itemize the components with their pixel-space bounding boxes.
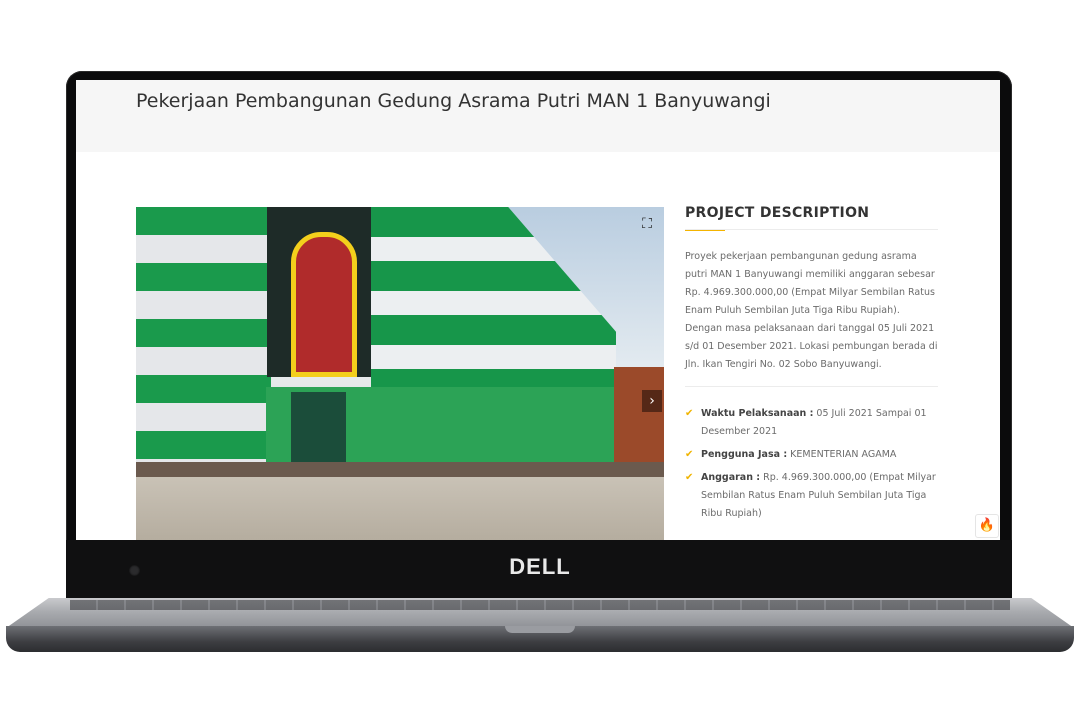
webcam-icon	[129, 565, 140, 576]
check-icon: ✔	[685, 472, 694, 483]
description-divider	[685, 386, 938, 387]
laptop-notch	[505, 626, 575, 633]
page-title-band: Pekerjaan Pembangunan Gedung Asrama Putr…	[76, 80, 1000, 152]
slider-image-side-house	[614, 367, 664, 477]
check-icon: ✔	[685, 408, 694, 419]
slider-next-arrow-icon[interactable]: ›	[642, 390, 662, 412]
project-description: PROJECT DESCRIPTION Proyek pekerjaan pem…	[685, 205, 938, 528]
detail-label: Waktu Pelaksanaan :	[701, 408, 814, 419]
slider-image-arch	[291, 232, 357, 377]
slider-image-building-left	[136, 207, 271, 477]
list-item: ✔ Waktu Pelaksanaan : 05 Juli 2021 Sampa…	[685, 405, 938, 441]
detail-label: Anggaran :	[701, 472, 761, 483]
laptop-keyboard	[70, 600, 1010, 610]
heading-divider	[685, 229, 938, 230]
slider-image-ground	[136, 477, 664, 540]
list-item: ✔ Anggaran : Rp. 4.969.300.000,00 (Empat…	[685, 469, 938, 523]
project-description-text: Proyek pekerjaan pembangunan gedung asra…	[685, 251, 938, 370]
project-image-slider[interactable]: ⛶ ›	[136, 207, 664, 540]
fire-icon[interactable]: 🔥	[975, 514, 999, 538]
laptop-screen: Pekerjaan Pembangunan Gedung Asrama Putr…	[76, 80, 1000, 540]
page-title: Pekerjaan Pembangunan Gedung Asrama Putr…	[136, 90, 771, 112]
fullscreen-icon[interactable]: ⛶	[636, 213, 658, 235]
list-item: ✔ Pengguna Jasa : KEMENTERIAN AGAMA	[685, 446, 938, 464]
project-details-list: ✔ Waktu Pelaksanaan : 05 Juli 2021 Sampa…	[685, 405, 938, 523]
laptop-brand-logo: DELL	[509, 554, 571, 579]
project-description-heading: PROJECT DESCRIPTION	[685, 205, 870, 221]
detail-value: KEMENTERIAN AGAMA	[790, 449, 897, 460]
detail-label: Pengguna Jasa :	[701, 449, 788, 460]
check-icon: ✔	[685, 449, 694, 460]
